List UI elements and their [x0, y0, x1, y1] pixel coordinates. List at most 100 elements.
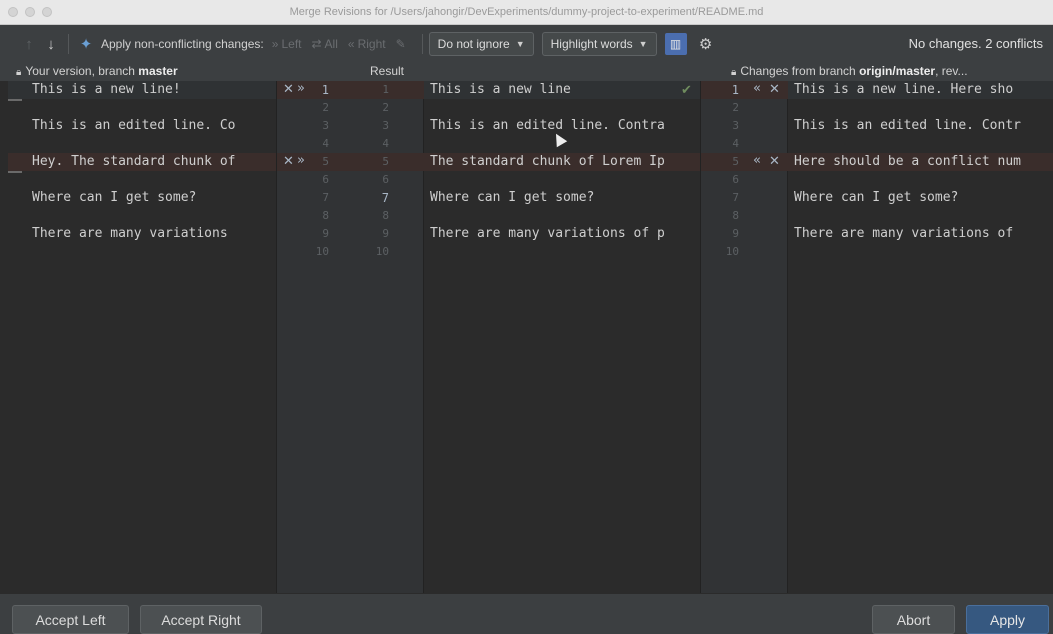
line-number: 10	[375, 245, 389, 258]
line-number: 5	[732, 155, 739, 168]
abort-button[interactable]: Abort	[872, 605, 955, 634]
line-number: 8	[732, 209, 739, 222]
accept-change-chevron-icon[interactable]: »	[297, 153, 305, 168]
left-line[interactable]: Where can I get some?	[8, 189, 276, 207]
accept-change-chevron-icon[interactable]: »	[297, 81, 305, 96]
window-title: Merge Revisions for /Users/jahongir/DevE…	[289, 6, 764, 18]
right-line[interactable]: This is an edited line. Contr	[788, 117, 1053, 135]
result-pane-header: Result	[370, 64, 405, 78]
left-line[interactable]: Hey. The standard chunk of	[8, 153, 276, 171]
line-number: 7	[381, 191, 389, 205]
bottom-bar: Accept Left Accept Right Abort Apply	[0, 593, 1053, 634]
result-line[interactable]: This is a new line	[424, 81, 700, 99]
left-header-prefix: Your version, branch	[25, 64, 139, 78]
left-line[interactable]: There are many variations	[8, 225, 276, 243]
line-number: 1	[321, 83, 329, 97]
highlight-mode-select[interactable]: Highlight words ▼	[541, 32, 657, 56]
line-number: 9	[732, 227, 739, 240]
line-number: 2	[382, 101, 389, 114]
line-number: 4	[322, 137, 329, 150]
left-pane-header: 🔒︎ Your version, branch master	[16, 64, 178, 78]
change-marker	[8, 99, 22, 101]
result-line[interactable]: There are many variations of p	[424, 225, 700, 243]
magic-wand-icon[interactable]: ✎	[396, 37, 406, 51]
line-number: 8	[382, 209, 389, 222]
lock-icon: 🔒︎	[16, 67, 22, 78]
right-line[interactable]: This is a new line. Here sho	[788, 81, 1053, 99]
right-header-suffix: , rev...	[935, 64, 968, 78]
result-line[interactable]: Where can I get some?	[424, 189, 700, 207]
line-number: 6	[732, 173, 739, 186]
line-number: 7	[732, 191, 739, 204]
left-line[interactable]: This is an edited line. Co	[8, 117, 276, 135]
result-editor[interactable]: This is a new line This is an edited lin…	[424, 81, 700, 593]
ignore-change-icon[interactable]: ✕	[283, 82, 294, 97]
right-header-prefix: Changes from branch	[740, 64, 860, 78]
accept-change-chevron-icon[interactable]: «	[753, 153, 761, 168]
double-chevron-right-icon: »	[271, 37, 279, 51]
apply-button[interactable]: Apply	[966, 605, 1049, 634]
line-number: 10	[725, 245, 739, 258]
accept-left-button[interactable]: Accept Left	[12, 605, 129, 634]
line-number: 10	[315, 245, 329, 258]
dropdown-caret-icon: ▼	[638, 39, 648, 49]
magic-resolve-icon[interactable]: ✦	[75, 35, 97, 53]
line-number: 6	[382, 173, 389, 186]
toolbar: ↑ ↓ ✦ Apply non-conflicting changes: » Le…	[0, 25, 1053, 63]
sync-scroll-toggle-icon[interactable]: ▥	[664, 33, 687, 55]
line-number: 9	[322, 227, 329, 240]
apply-right-label: Right	[357, 37, 386, 51]
change-marker	[8, 171, 22, 173]
apply-non-conflicting-label: Apply non-conflicting changes:	[101, 37, 264, 51]
right-editor[interactable]: This is a new line. Here sho This is an …	[788, 81, 1053, 593]
line-number: 3	[322, 119, 329, 132]
merge-all-icon: ⇄	[311, 37, 322, 51]
line-number: 6	[322, 173, 329, 186]
line-number: 4	[732, 137, 739, 150]
left-gutter: ✕ » ✕ » 1 2 3 4 5 6 7 8 9 10 1 2 3 4 5 6…	[276, 81, 425, 593]
line-number: 5	[322, 155, 329, 168]
line-number: 1	[731, 83, 739, 97]
ignore-change-icon[interactable]: ✕	[769, 154, 780, 169]
dropdown-caret-icon: ▼	[515, 39, 525, 49]
apply-all-button[interactable]: ⇄ All	[311, 37, 337, 51]
line-number: 2	[322, 101, 329, 114]
right-line[interactable]: There are many variations of	[788, 225, 1053, 243]
apply-all-label: All	[324, 37, 338, 51]
accept-right-button[interactable]: Accept Right	[140, 605, 262, 634]
toolbar-separator	[68, 34, 69, 54]
line-number: 8	[322, 209, 329, 222]
right-line[interactable]: Here should be a conflict num	[788, 153, 1053, 171]
double-chevron-left-icon: «	[347, 37, 355, 51]
ignore-change-icon[interactable]: ✕	[283, 154, 294, 169]
pane-headers: 🔒︎ Your version, branch master Result 🔒︎ C…	[0, 63, 1053, 81]
title-bar: Merge Revisions for /Users/jahongir/DevE…	[0, 0, 1053, 25]
left-line[interactable]: This is a new line!	[8, 81, 276, 99]
gear-icon[interactable]: ⚙	[695, 35, 717, 53]
line-number: 7	[322, 191, 329, 204]
right-line[interactable]: Where can I get some?	[788, 189, 1053, 207]
line-number: 5	[382, 155, 389, 168]
right-gutter: 1 2 3 4 5 6 7 8 9 10 « ✕ « ✕	[700, 81, 789, 593]
apply-right-button[interactable]: «Right	[348, 37, 386, 51]
apply-left-label: Left	[281, 37, 302, 51]
result-line[interactable]: The standard chunk of Lorem Ip	[424, 153, 700, 171]
left-branch-name: master	[138, 64, 178, 78]
right-pane-header: 🔒︎ Changes from branch origin/master, rev…	[731, 64, 1053, 78]
ignore-change-icon[interactable]: ✕	[769, 82, 780, 97]
line-number: 3	[382, 119, 389, 132]
line-number: 1	[382, 83, 389, 96]
toolbar-separator	[421, 34, 423, 54]
previous-difference-icon[interactable]: ↑	[18, 36, 40, 53]
line-number: 3	[732, 119, 739, 132]
left-editor[interactable]: ✔ This is a new line! This is an edited …	[8, 81, 276, 593]
line-number: 4	[382, 137, 389, 150]
accept-change-chevron-icon[interactable]: «	[753, 81, 761, 96]
next-difference-icon[interactable]: ↓	[40, 36, 62, 53]
ignore-whitespace-select[interactable]: Do not ignore ▼	[428, 32, 534, 56]
apply-left-button[interactable]: » Left	[272, 37, 302, 51]
line-number: 2	[732, 101, 739, 114]
ignore-whitespace-value: Do not ignore	[437, 37, 510, 51]
highlight-mode-value: Highlight words	[550, 37, 633, 51]
lock-icon: 🔒︎	[731, 67, 737, 78]
